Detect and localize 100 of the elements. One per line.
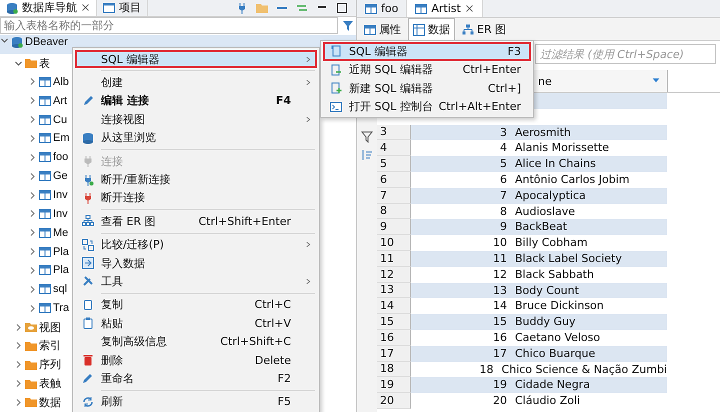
collapsed-chevron[interactable] — [28, 172, 37, 181]
tree-item-label[interactable]: Cu — [53, 114, 68, 126]
tree-item-label[interactable]: 表 — [39, 56, 50, 70]
table-cell-text: 18 — [478, 362, 495, 378]
maximize-icon — [336, 2, 348, 14]
editor-tab[interactable]: Artist — [407, 0, 483, 17]
table-cell-text: 17 — [492, 346, 508, 362]
menu-item[interactable]: 复制 Ctrl+C — [75, 296, 317, 314]
copy-icon — [82, 298, 94, 311]
table-cell-text: Billy Cobham — [515, 235, 589, 251]
search-field[interactable]: 输入表格名称的一部分 — [0, 17, 338, 34]
collapsed-chevron[interactable] — [28, 284, 37, 294]
tree-item-label[interactable]: 数据 — [39, 394, 61, 410]
menu-item[interactable]: 比较/迁移(P) — [75, 236, 317, 254]
menu-item[interactable]: 断开/重新连接 — [75, 170, 317, 189]
panel-tab[interactable]: 数据库导航 — [0, 0, 97, 16]
table-icon — [364, 24, 376, 36]
database-icon — [6, 2, 18, 14]
tree-item-label[interactable]: Inv — [53, 208, 68, 220]
tree-item-label[interactable]: Me — [53, 226, 68, 239]
table-icon — [39, 94, 51, 107]
view-tab[interactable]: ER 图 — [457, 18, 512, 40]
menu-item[interactable]: 断开连接 — [75, 188, 317, 208]
collapsed-chevron[interactable] — [28, 152, 37, 162]
close-icon[interactable] — [81, 3, 90, 12]
tree-item-label[interactable]: 序列 — [39, 357, 61, 372]
tree-item-label[interactable]: Ge — [53, 170, 68, 182]
menu-item[interactable]: SQL 编辑器 — [75, 50, 317, 68]
column-header[interactable]: ne — [536, 70, 668, 92]
table-cell-text: Cláudio Zoli — [515, 393, 582, 409]
row-number: 14 — [377, 298, 411, 314]
database-icon — [11, 36, 23, 48]
collapsed-chevron[interactable] — [28, 77, 37, 86]
diagram-icon — [462, 24, 474, 36]
tree-item-label[interactable]: 索引 — [39, 338, 61, 354]
menu-item[interactable]: 删除 Delete — [75, 350, 317, 370]
collapsed-chevron[interactable] — [14, 322, 23, 332]
view-tab[interactable]: 属性 — [359, 18, 406, 40]
menu-item[interactable]: 从这里浏览 — [75, 128, 317, 147]
tree-item-label[interactable]: Pla — [53, 246, 69, 258]
table-icon — [39, 302, 51, 314]
tree-item-label[interactable]: foo — [53, 151, 68, 164]
menu-item[interactable]: 复制高级信息 Ctrl+Shift+C — [75, 332, 317, 351]
collapsed-chevron[interactable] — [28, 266, 37, 275]
collapsed-chevron[interactable] — [28, 96, 37, 106]
menu-item[interactable]: 刷新 F5 — [75, 392, 317, 412]
table-cell-text: Bruce Dickinson — [515, 298, 605, 314]
menu-item[interactable]: 连接视图 — [75, 110, 317, 129]
tree-item-label[interactable]: Inv — [53, 189, 68, 202]
plug-icon — [82, 192, 94, 204]
menu-item[interactable]: 导入数据 — [75, 254, 317, 272]
tree-item-label[interactable]: 表触 — [39, 376, 61, 392]
row-number: 15 — [377, 314, 411, 330]
menu-item[interactable]: 工具 — [75, 272, 317, 291]
tree-item-label[interactable]: DBeaver — [25, 36, 68, 48]
tree-item-label[interactable]: Art — [53, 94, 68, 107]
menu-item[interactable]: 查看 ER 图 Ctrl+Shift+Enter — [75, 212, 317, 231]
menu-item[interactable]: 编辑 连接 F4 — [75, 92, 317, 110]
tree-item-label[interactable]: sql — [53, 283, 68, 296]
tools-icon — [82, 275, 94, 288]
row-number: 5 — [377, 156, 411, 172]
table-cell-text: Audioslave — [515, 204, 576, 220]
collapsed-chevron[interactable] — [14, 341, 23, 350]
collapsed-chevron[interactable] — [14, 360, 23, 370]
collapsed-chevron[interactable] — [28, 247, 37, 256]
menu-item[interactable]: 打开 SQL 控制台 Ctrl+Alt+Enter — [323, 98, 531, 116]
menu-item[interactable]: 粘贴 Ctrl+V — [75, 314, 317, 332]
collapsed-chevron[interactable] — [28, 115, 37, 124]
tree-item-label[interactable]: Tra — [53, 302, 70, 314]
table-cell-text: 11 — [492, 250, 508, 267]
collapsed-chevron[interactable] — [28, 228, 37, 238]
menu-item[interactable]: 重命名 F2 — [75, 369, 317, 388]
table-icon — [415, 2, 428, 14]
tree-item-label[interactable]: Pla — [53, 264, 69, 276]
collapsed-chevron[interactable] — [28, 134, 37, 143]
tree-item-label[interactable]: Alb — [53, 76, 69, 88]
panel-tab[interactable]: 项目 — [97, 0, 148, 16]
expanded-chevron[interactable] — [14, 58, 23, 68]
menu-item[interactable]: 新建 SQL 编辑器 Ctrl+] — [323, 79, 531, 98]
collapsed-chevron[interactable] — [14, 398, 23, 407]
collapsed-chevron[interactable] — [14, 379, 23, 388]
filter-field[interactable]: 过滤结果 (使用 Ctrl+Space) — [535, 44, 716, 64]
view-tab[interactable]: 数据 — [408, 18, 455, 40]
menu-item[interactable]: SQL 编辑器 F3 — [323, 42, 531, 60]
collapsed-chevron[interactable] — [28, 304, 37, 313]
menu-item[interactable]: 近期 SQL 编辑器 Ctrl+Enter — [323, 60, 531, 79]
tree-item-label[interactable]: 视图 — [39, 320, 61, 335]
menu-item[interactable]: 创建 — [75, 73, 317, 92]
row-number: 3 — [377, 124, 411, 140]
tree-item-label[interactable]: Em — [53, 132, 70, 144]
table-icon — [39, 226, 51, 239]
collapsed-chevron[interactable] — [28, 190, 37, 200]
table-cell-text: Chico Buarque — [515, 346, 596, 362]
new-script-icon — [330, 82, 342, 94]
close-icon[interactable] — [464, 4, 474, 13]
sort-icon — [361, 149, 373, 161]
row-number: 12 — [377, 266, 411, 283]
expanded-chevron[interactable] — [0, 36, 9, 45]
row-number: 7 — [377, 188, 411, 204]
collapsed-chevron[interactable] — [28, 209, 37, 218]
